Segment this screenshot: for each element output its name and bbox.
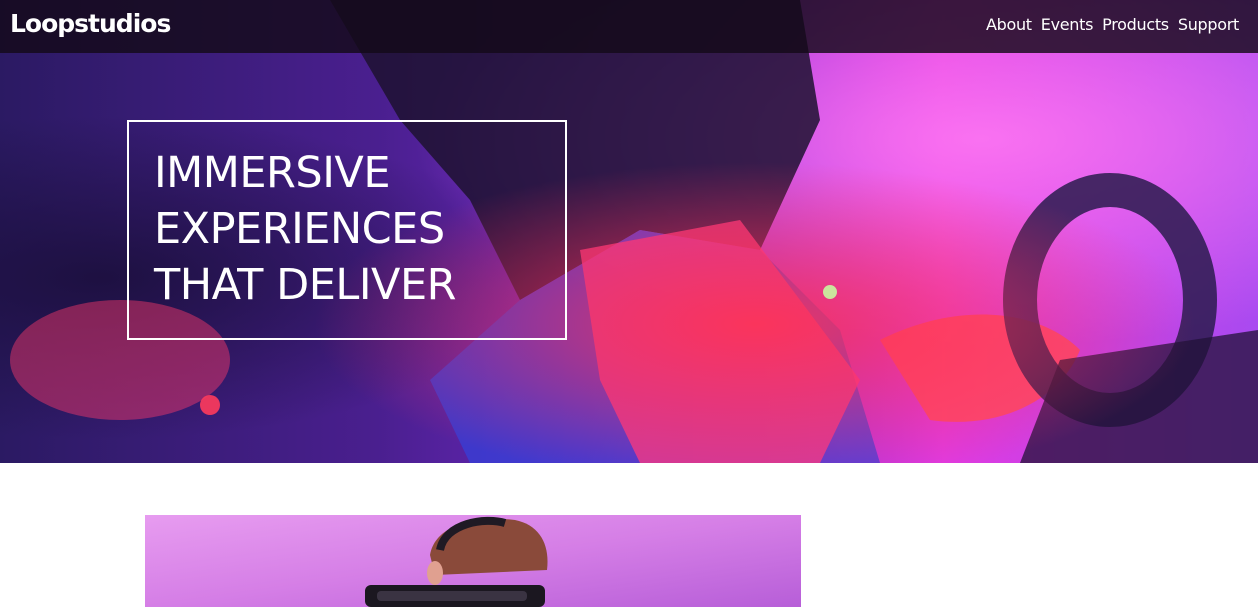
main-nav: About Events Products Support	[986, 15, 1239, 34]
hero-headline-line-3: THAT DELIVER	[154, 260, 457, 310]
logo[interactable]: Loopstudios	[10, 9, 171, 38]
nav-link-about[interactable]: About	[986, 15, 1032, 34]
nav-link-support[interactable]: Support	[1178, 15, 1239, 34]
nav-link-products[interactable]: Products	[1102, 15, 1169, 34]
nav-link-events[interactable]: Events	[1041, 15, 1094, 34]
hero-headline-box: IMMERSIVE EXPERIENCES THAT DELIVER	[127, 120, 567, 340]
vr-person-image	[145, 515, 801, 607]
hero-headline-line-2: EXPERIENCES	[154, 204, 445, 254]
hero-section: Loopstudios About Events Products Suppor…	[0, 0, 1258, 463]
top-navbar: Loopstudios About Events Products Suppor…	[0, 0, 1258, 53]
vr-feature-image	[145, 515, 801, 607]
page: Loopstudios About Events Products Suppor…	[0, 0, 1258, 607]
hero-headline: IMMERSIVE EXPERIENCES THAT DELIVER	[154, 145, 457, 313]
hero-headline-line-1: IMMERSIVE	[154, 148, 391, 198]
